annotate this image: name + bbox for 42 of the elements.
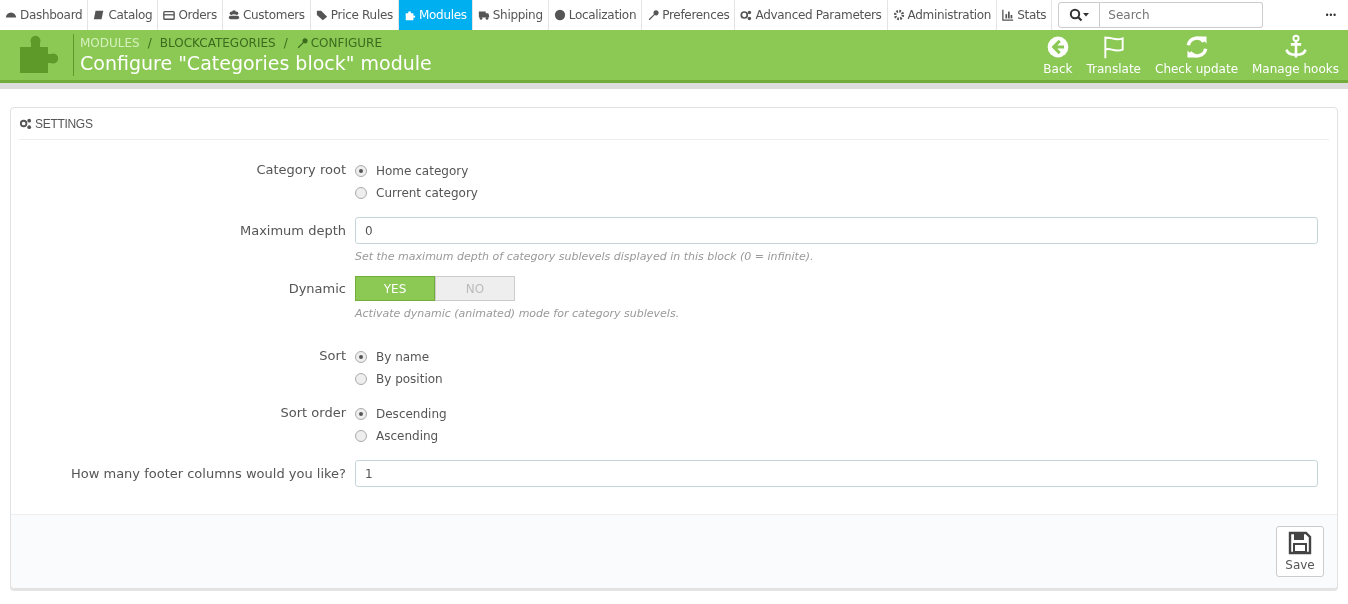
- save-button[interactable]: Save: [1276, 526, 1324, 577]
- gears-icon: [19, 117, 32, 130]
- card-icon: [163, 9, 176, 21]
- radio-label[interactable]: Ascending: [376, 429, 439, 443]
- puzzle-icon: [403, 9, 416, 21]
- field-label: Sort order: [279, 404, 347, 422]
- radio-button[interactable]: [355, 408, 367, 420]
- breadcrumb-separator: /: [147, 36, 152, 50]
- search-dropdown-button[interactable]: [1058, 2, 1101, 28]
- help-text: Activate dynamic (animated) mode for category sublevels.: [355, 307, 681, 320]
- field-label: Category root: [255, 161, 347, 179]
- search-field[interactable]: Search: [1100, 2, 1264, 28]
- field-label: Sort: [318, 347, 347, 365]
- panel-title: SETTINGS: [35, 116, 93, 131]
- gears-icon: [740, 9, 753, 21]
- input-field[interactable]: 1: [355, 460, 1318, 487]
- radio-label[interactable]: By name: [376, 350, 430, 364]
- people-icon: [227, 9, 240, 21]
- search-icon: [1069, 8, 1090, 22]
- radio-button[interactable]: [355, 165, 367, 177]
- breadcrumb-separator: /: [283, 36, 288, 50]
- gear-icon: [892, 9, 905, 21]
- radio-button[interactable]: [355, 430, 367, 442]
- puzzle-icon: [18, 35, 58, 75]
- tag-icon: [315, 9, 328, 21]
- field-label: Dynamic: [287, 280, 347, 298]
- radio-button[interactable]: [355, 351, 367, 363]
- field-label: How many footer columns would you like?: [69, 465, 347, 483]
- help-text: Set the maximum depth of category sublevels displayed in this block (0 = infinite).: [355, 250, 815, 263]
- input-field[interactable]: 0: [355, 217, 1318, 244]
- radio-button[interactable]: [355, 373, 367, 385]
- field-label: Maximum depth: [238, 222, 347, 240]
- bar-chart-icon: [1002, 9, 1015, 21]
- anchor-icon: [1282, 34, 1309, 60]
- more-menu-button[interactable]: •••: [1312, 0, 1348, 30]
- radio-label[interactable]: By position: [376, 372, 443, 386]
- truck-icon: [477, 9, 490, 21]
- page-title: Configure "Categories block" module: [80, 52, 432, 74]
- radio-label[interactable]: Home category: [376, 164, 469, 178]
- radio-button[interactable]: [355, 187, 367, 199]
- radio-label[interactable]: Current category: [376, 186, 478, 200]
- radio-label[interactable]: Descending: [376, 407, 447, 421]
